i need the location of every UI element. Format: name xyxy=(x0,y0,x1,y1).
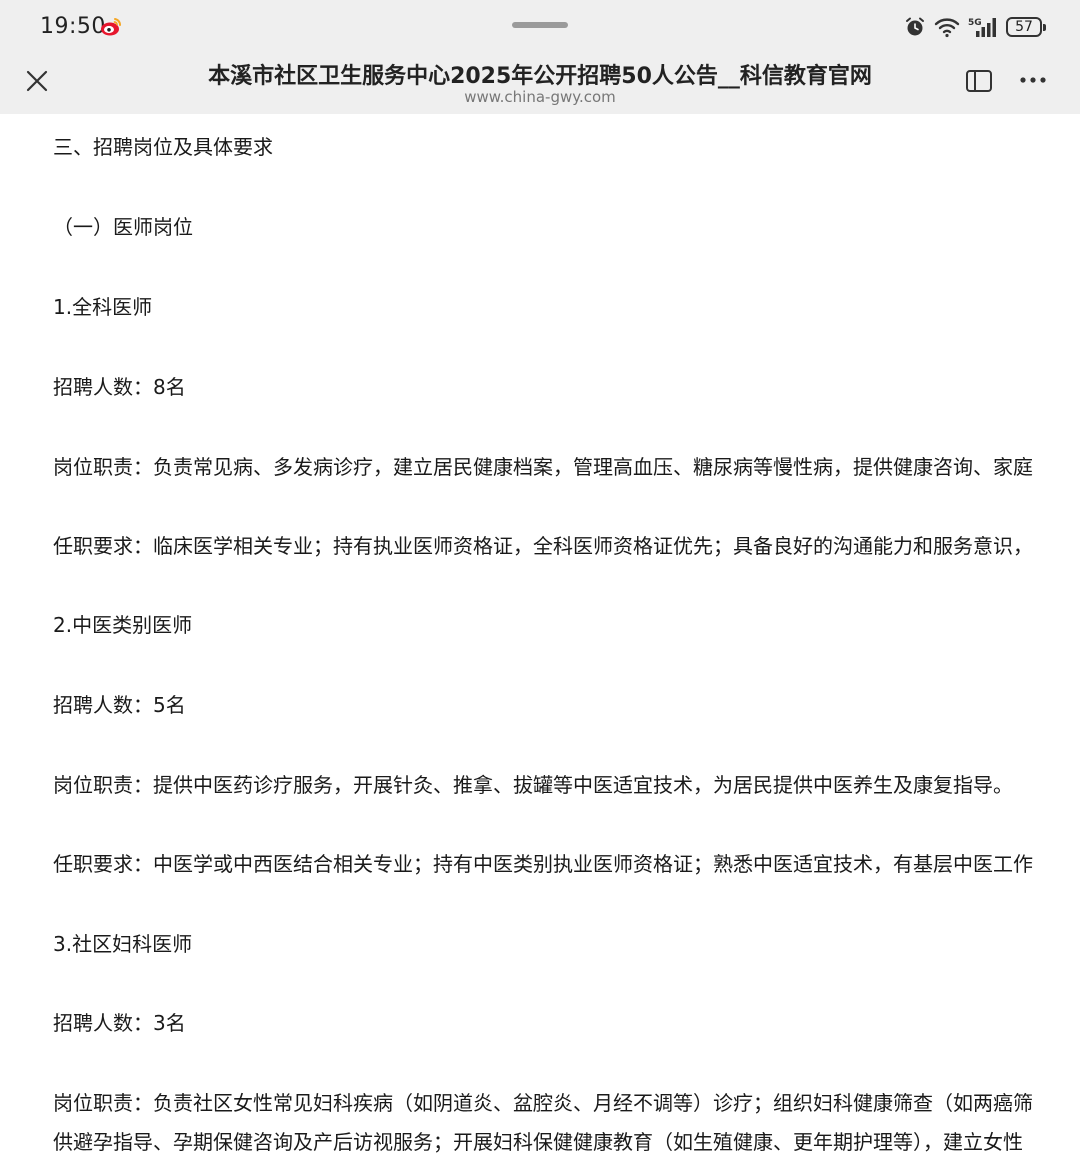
job-duties-continued: 供避孕指导、孕期保健咨询及产后访视服务；开展妇科保健健康教育（如生殖健康、更年期… xyxy=(53,1130,1023,1154)
article-content: 三、招聘岗位及具体要求 （一）医师岗位 1.全科医师 招聘人数：8名 岗位职责：… xyxy=(0,114,1080,1174)
more-icon[interactable] xyxy=(1018,70,1048,90)
browser-title-bar: 本溪市社区卫生服务中心2025年公开招聘50人公告__科信教育官网 www.ch… xyxy=(0,54,1080,114)
alarm-icon xyxy=(906,17,924,36)
position-title: 1.全科医师 xyxy=(53,295,153,319)
status-time: 19:50 xyxy=(40,14,106,39)
recruit-count: 招聘人数：3名 xyxy=(53,1011,186,1035)
status-bar: 19:50 5G 57 xyxy=(0,0,1080,54)
page-title: 本溪市社区卫生服务中心2025年公开招聘50人公告__科信教育官网 xyxy=(208,64,872,89)
job-duties: 岗位职责：提供中医药诊疗服务，开展针灸、推拿、拔罐等中医适宜技术，为居民提供中医… xyxy=(53,773,1013,797)
job-requirements: 任职要求：临床医学相关专业；持有执业医师资格证，全科医师资格证优先；具备良好的沟… xyxy=(53,534,1033,558)
weibo-icon xyxy=(101,18,122,36)
recruit-count: 招聘人数：5名 xyxy=(53,693,186,717)
status-indicators: 5G 57 xyxy=(904,14,1046,40)
wifi-icon xyxy=(934,18,960,38)
tab-switcher-icon[interactable] xyxy=(965,68,993,94)
section-heading: 三、招聘岗位及具体要求 xyxy=(53,135,273,159)
job-duties: 岗位职责：负责常见病、多发病诊疗，建立居民健康档案，管理高血压、糖尿病等慢性病，… xyxy=(53,455,1033,479)
battery-indicator: 57 xyxy=(1006,17,1046,37)
battery-level: 57 xyxy=(1015,19,1033,35)
subsection-heading: （一）医师岗位 xyxy=(53,215,193,239)
svg-text:5G: 5G xyxy=(968,18,982,28)
5g-signal-icon: 5G xyxy=(968,18,996,37)
job-requirements: 任职要求：中医学或中西医结合相关专业；持有中医类别执业医师资格证；熟悉中医适宜技… xyxy=(53,852,1033,876)
position-title: 3.社区妇科医师 xyxy=(53,932,193,956)
recruit-count: 招聘人数：8名 xyxy=(53,375,186,399)
page-url[interactable]: www.china-gwy.com xyxy=(0,88,1080,106)
job-duties: 岗位职责：负责社区女性常见妇科疾病（如阴道炎、盆腔炎、月经不调等）诊疗；组织妇科… xyxy=(53,1091,1033,1115)
gesture-handle[interactable] xyxy=(512,22,568,28)
position-title: 2.中医类别医师 xyxy=(53,613,193,637)
